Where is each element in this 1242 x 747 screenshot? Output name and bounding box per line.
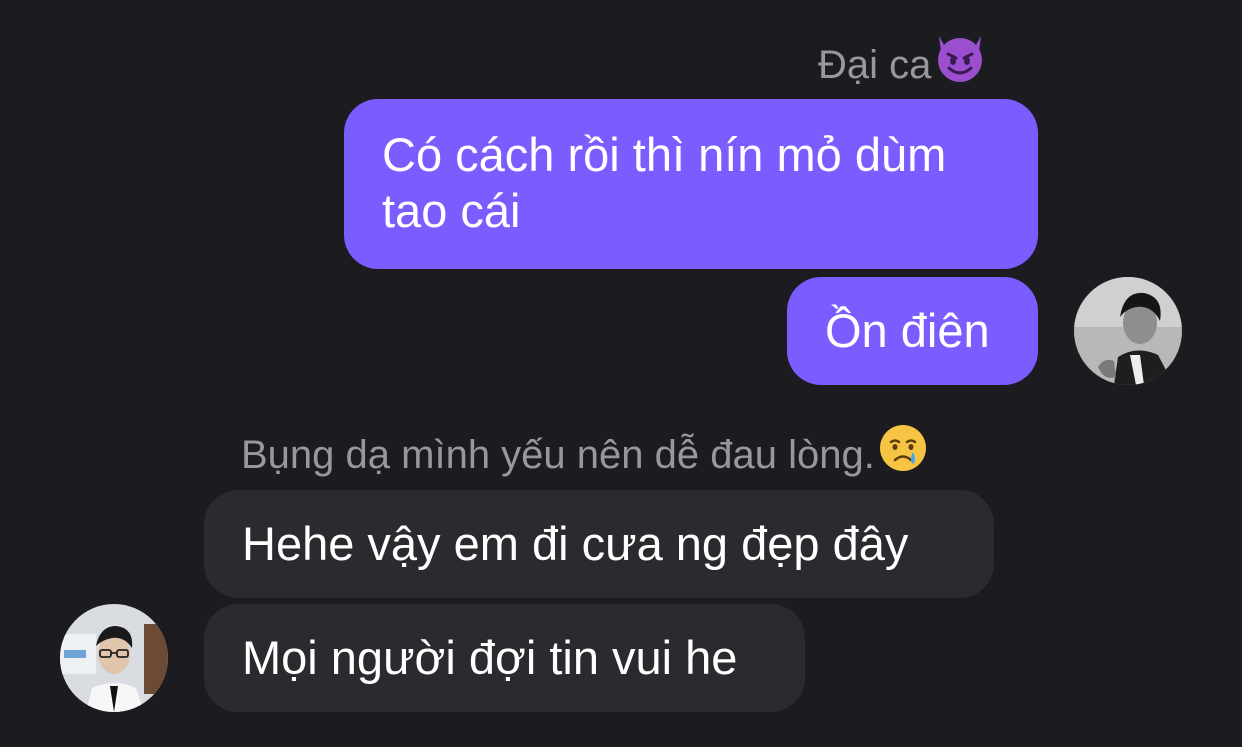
sender-name-text: Đại ca	[818, 43, 932, 88]
avatar-outgoing[interactable]	[1074, 277, 1182, 385]
message-text: Mọi người đợi tin vui he	[242, 631, 738, 684]
message-text: Ồn điên	[825, 304, 990, 357]
message-text: Hehe vậy em đi cưa ng đẹp đây	[242, 517, 909, 570]
message-text-line: Có cách rồi thì nín mỏ dùm	[382, 128, 947, 181]
smiling-face-with-horns-icon	[933, 32, 987, 95]
sender-name-incoming: Bụng dạ mình yếu nên dễ đau lòng.	[241, 425, 929, 485]
sender-name-outgoing: Đại ca	[818, 36, 987, 95]
avatar-incoming[interactable]	[60, 604, 168, 712]
sender-name-text: Bụng dạ mình yếu nên dễ đau lòng.	[241, 433, 875, 478]
message-text-line: tao cái	[382, 184, 521, 237]
message-bubble-incoming[interactable]: Mọi người đợi tin vui he	[204, 604, 805, 712]
message-bubble-incoming[interactable]: Hehe vậy em đi cưa ng đẹp đây	[204, 490, 994, 598]
message-bubble-outgoing[interactable]: Có cách rồi thì nín mỏ dùm tao cái	[344, 99, 1038, 269]
message-bubble-outgoing[interactable]: Ồn điên	[787, 277, 1038, 385]
crying-face-icon	[877, 422, 929, 485]
